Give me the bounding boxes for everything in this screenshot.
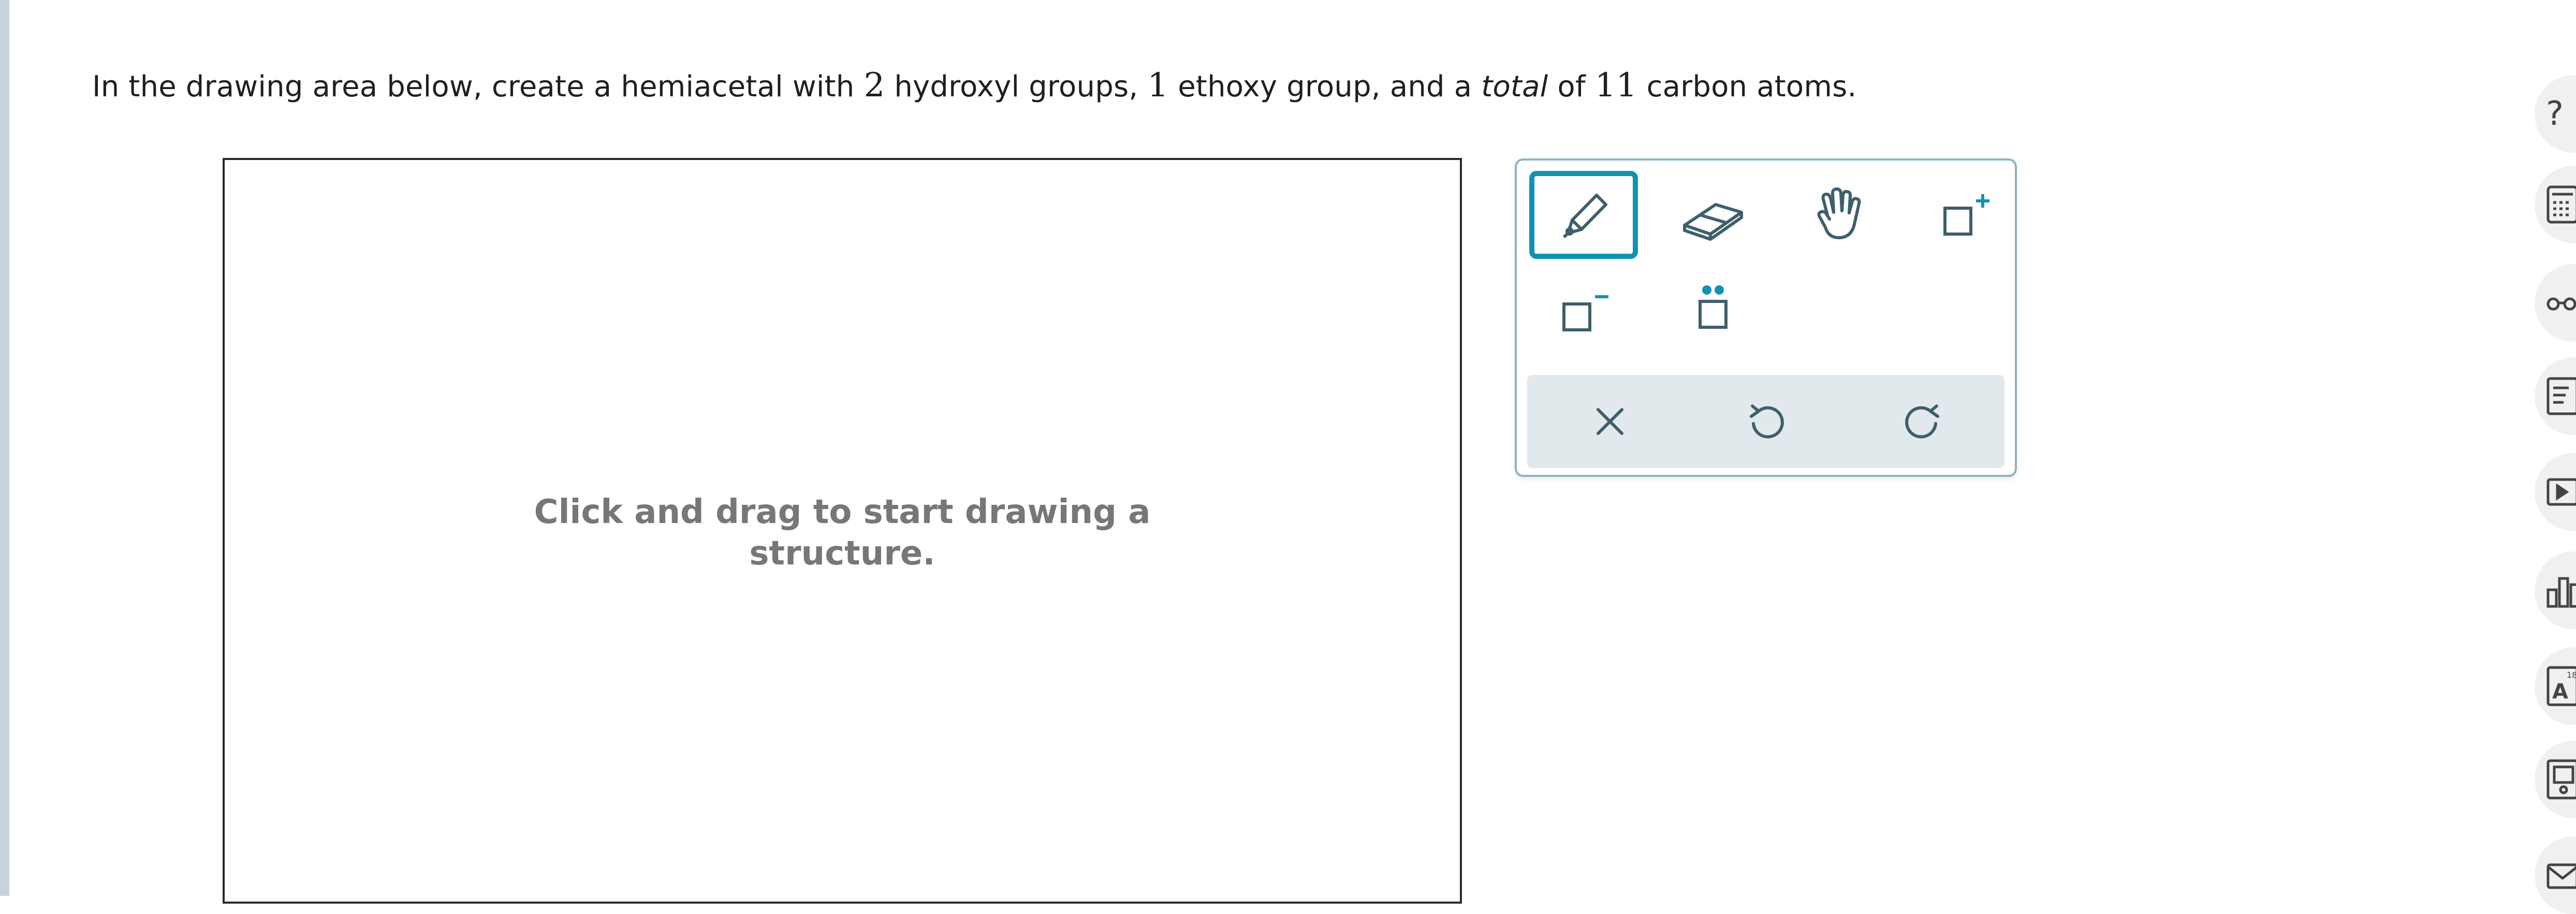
- video-icon: [2546, 478, 2576, 506]
- calculator-button[interactable]: [2535, 166, 2576, 243]
- toolbar-action-row: [1527, 375, 2004, 468]
- periodic-table-button[interactable]: 18 A: [2535, 647, 2576, 725]
- side-tools: ? 18 A: [2535, 0, 2576, 914]
- hand-tool-button[interactable]: [1786, 171, 1895, 259]
- help-icon: ?: [2546, 95, 2564, 133]
- chart-button[interactable]: [2535, 552, 2576, 629]
- question-mid1: hydroxyl groups,: [885, 70, 1148, 104]
- notes-icon: [2546, 377, 2576, 415]
- calculator-icon: [2546, 185, 2576, 224]
- hand-icon: [1817, 187, 1861, 239]
- remove-charge-icon: [1562, 295, 1608, 331]
- question-prefix: In the drawing area below, create a hemi…: [92, 70, 864, 104]
- periodic-table-icon: 18 A: [2546, 666, 2576, 706]
- periodic-letter: A: [2552, 680, 2568, 704]
- notes-button[interactable]: [2535, 357, 2576, 435]
- hydroxyl-count: 2: [863, 66, 885, 105]
- mail-icon: [2546, 863, 2576, 889]
- add-charge-icon: [1943, 194, 1989, 236]
- eraser-tool-button[interactable]: [1659, 171, 1767, 259]
- question-mid3: of: [1548, 70, 1595, 104]
- help-button[interactable]: ?: [2535, 75, 2576, 153]
- lone-pair-icon: [1699, 285, 1728, 329]
- remove-charge-tool-button[interactable]: [1529, 267, 1638, 355]
- textbook-icon: [2546, 759, 2576, 800]
- redo-icon: [1905, 404, 1939, 439]
- glasses-button[interactable]: [2535, 264, 2576, 342]
- carbon-count: 11: [1594, 66, 1637, 105]
- pencil-icon: [1562, 194, 1607, 239]
- pencil-tool-button[interactable]: [1529, 171, 1638, 259]
- canvas-hint: Click and drag to start drawing a struct…: [225, 491, 1460, 574]
- question-text: In the drawing area below, create a hemi…: [92, 66, 1857, 105]
- eraser-icon: [1683, 203, 1743, 241]
- add-charge-tool-button[interactable]: [1910, 171, 2019, 259]
- clear-button[interactable]: [1550, 375, 1670, 468]
- canvas-hint-text: Click and drag to start drawing a struct…: [534, 493, 1151, 573]
- undo-icon: [1750, 404, 1784, 439]
- left-edge-bar: [0, 0, 9, 896]
- lone-pair-tool-button[interactable]: [1659, 267, 1767, 355]
- question-emphasis: total: [1481, 70, 1548, 104]
- chart-icon: [2546, 577, 2576, 608]
- clear-icon: [1597, 408, 1623, 435]
- question-suffix: carbon atoms.: [1637, 70, 1857, 104]
- drawing-canvas[interactable]: Click and drag to start drawing a struct…: [223, 158, 1462, 904]
- textbook-button[interactable]: [2535, 741, 2576, 818]
- ethoxy-count: 1: [1147, 66, 1169, 105]
- undo-button[interactable]: [1706, 375, 1825, 468]
- drawing-toolbar: [1515, 158, 2017, 477]
- question-mid2: ethoxy group, and a: [1168, 70, 1482, 104]
- glasses-icon: [2546, 297, 2576, 311]
- redo-button[interactable]: [1864, 375, 1983, 468]
- mail-button[interactable]: [2535, 836, 2576, 914]
- video-button[interactable]: [2535, 453, 2576, 531]
- periodic-number: 18: [2567, 670, 2576, 680]
